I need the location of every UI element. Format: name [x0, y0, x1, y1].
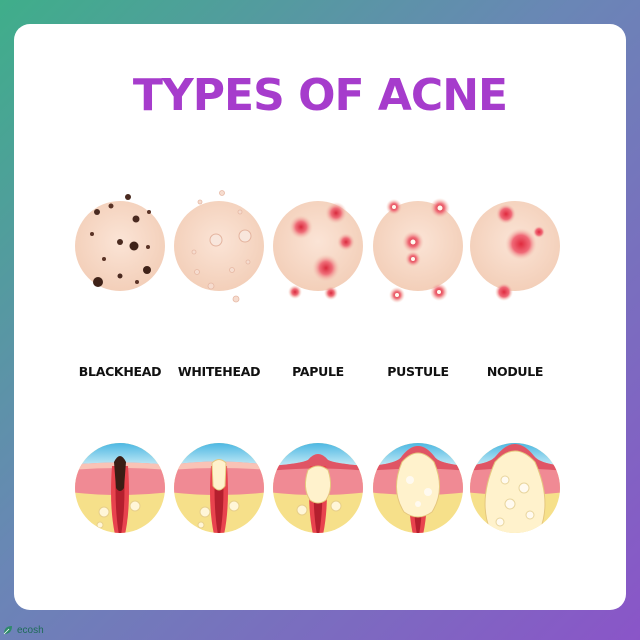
label-whitehead: WHITEHEAD — [177, 364, 261, 379]
papule-cross-section — [273, 443, 363, 533]
label-pustule: PUSTULE — [387, 364, 449, 379]
acne-illustrations — [75, 190, 560, 533]
pustule-cross-section — [373, 443, 463, 533]
blackhead-skin-view — [75, 194, 165, 291]
whitehead-cross-section — [174, 443, 264, 533]
blackhead-cross-section — [75, 443, 165, 533]
brand-watermark: ecosh — [2, 624, 44, 636]
leaf-icon — [3, 626, 12, 635]
pustule-skin-view — [373, 198, 463, 303]
brand-name: ecosh — [17, 624, 44, 636]
nodule-cross-section — [470, 443, 560, 533]
whitehead-skin-view — [174, 190, 264, 303]
acne-type-labels: BLACKHEAD WHITEHEAD PAPULE PUSTULE NODUL… — [0, 364, 640, 384]
label-papule: PAPULE — [292, 364, 344, 379]
label-nodule: NODULE — [486, 364, 544, 379]
label-blackhead: BLACKHEAD — [78, 364, 162, 379]
nodule-skin-view — [470, 201, 560, 301]
papule-skin-view — [273, 201, 363, 300]
